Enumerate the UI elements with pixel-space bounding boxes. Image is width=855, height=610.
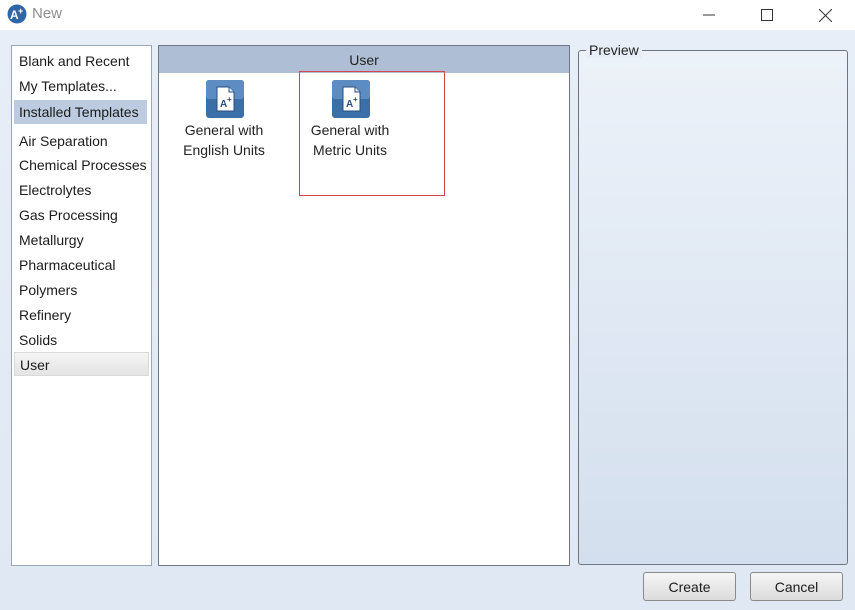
maximize-icon (761, 9, 773, 21)
category-user[interactable]: User (14, 352, 149, 376)
category-installed-templates[interactable]: Installed Templates (14, 100, 147, 124)
category-electrolytes[interactable]: Electrolytes (14, 178, 149, 202)
close-icon (818, 8, 832, 22)
window-title: New (32, 5, 63, 22)
template-label: General with English Units (183, 122, 265, 158)
title-bar: A + New (0, 0, 855, 30)
category-refinery[interactable]: Refinery (14, 303, 149, 327)
template-general-english-units[interactable]: A + General with English Units (159, 72, 289, 168)
close-button[interactable] (796, 0, 854, 30)
category-air-separation[interactable]: Air Separation (14, 129, 149, 153)
svg-text:+: + (18, 6, 23, 16)
category-polymers[interactable]: Polymers (14, 278, 149, 302)
category-my-templates[interactable]: My Templates... (14, 74, 149, 98)
create-button[interactable]: Create (643, 572, 736, 601)
selection-highlight (299, 71, 445, 196)
category-list[interactable]: Blank and Recent My Templates... Install… (11, 45, 152, 566)
category-pharmaceutical[interactable]: Pharmaceutical (14, 253, 149, 277)
minimize-button[interactable] (680, 0, 738, 30)
aspen-plus-icon: A + (7, 4, 27, 24)
minimize-icon (703, 14, 715, 16)
category-chemical-processes[interactable]: Chemical Processes (14, 153, 149, 177)
preview-label: Preview (586, 42, 642, 58)
template-document-icon: A + (206, 80, 244, 118)
cancel-button[interactable]: Cancel (750, 572, 843, 601)
category-metallurgy[interactable]: Metallurgy (14, 228, 149, 252)
category-solids[interactable]: Solids (14, 328, 149, 352)
template-group-header: User (159, 46, 569, 73)
category-blank-and-recent[interactable]: Blank and Recent (14, 49, 149, 73)
preview-pane (578, 50, 848, 565)
svg-text:+: + (227, 95, 232, 104)
category-gas-processing[interactable]: Gas Processing (14, 203, 149, 227)
maximize-button[interactable] (738, 0, 796, 30)
